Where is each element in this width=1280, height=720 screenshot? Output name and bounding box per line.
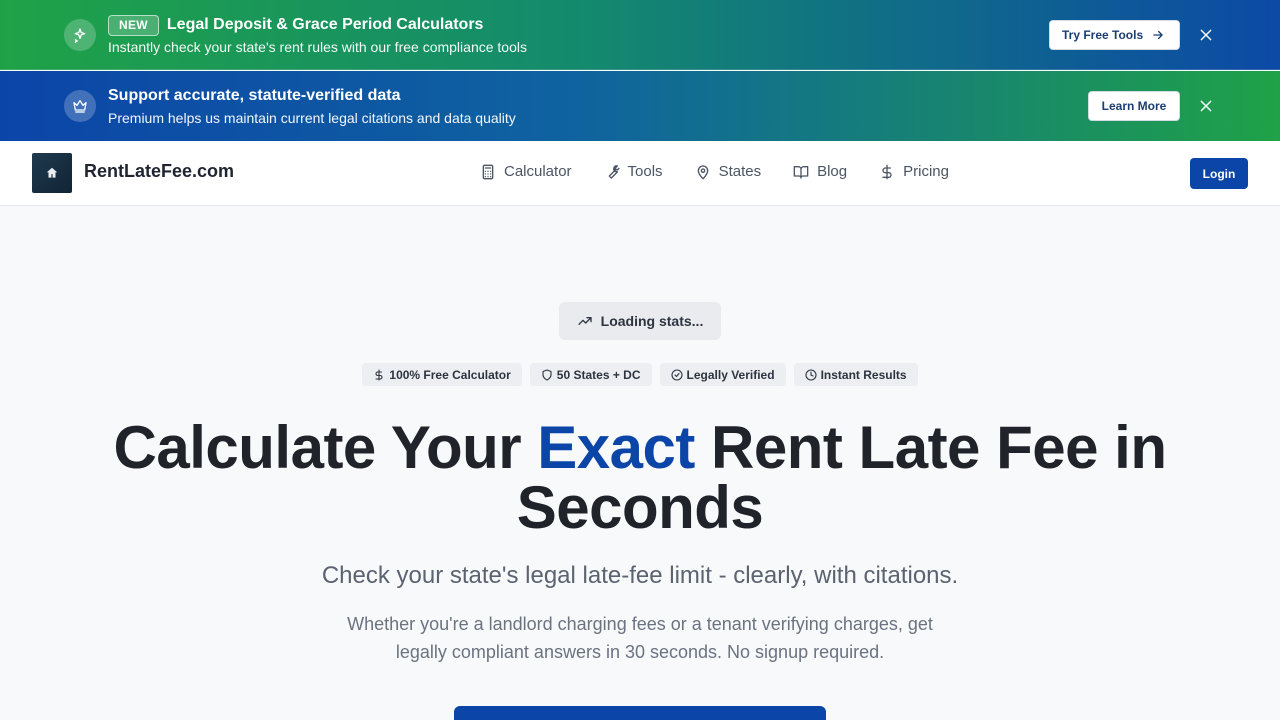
map-pin-icon xyxy=(697,164,708,180)
house-icon xyxy=(46,167,58,178)
sparkles-icon xyxy=(64,19,96,51)
hero-title-accent: Exact xyxy=(537,414,695,481)
close-promo-banner-icon[interactable] xyxy=(1196,25,1216,45)
learn-more-button[interactable]: Learn More xyxy=(1088,91,1180,121)
nav-item-label: Blog xyxy=(817,163,848,180)
feature-badge: Instant Results xyxy=(793,363,918,386)
nav-item-label: Pricing xyxy=(903,163,949,180)
navbar: RentLateFee.com Calculator Tools States … xyxy=(0,141,1280,206)
hero-subtitle: Check your state's legal late-fee limit … xyxy=(321,562,959,589)
trending-up-icon xyxy=(577,317,592,325)
promo-banner-title: Legal Deposit & Grace Period Calculators xyxy=(166,16,484,33)
support-banner-subtitle: Premium helps us maintain current legal … xyxy=(108,110,516,126)
hero-title: Calculate Your Exact Rent Late Fee in Se… xyxy=(0,418,1280,538)
check-circle-icon xyxy=(670,368,683,381)
nav-item-calculator[interactable]: Calculator xyxy=(480,163,572,180)
shield-icon xyxy=(542,368,552,381)
book-open-icon xyxy=(793,165,809,179)
nav-item-label: Tools xyxy=(627,163,663,180)
logo[interactable] xyxy=(32,153,72,193)
arrow-right-icon xyxy=(1153,30,1163,40)
dollar-sign-icon xyxy=(882,164,892,179)
stats-pill: Loading stats... xyxy=(559,302,721,340)
promo-banner-subtitle: Instantly check your state's rent rules … xyxy=(108,39,527,55)
nav-item-label: States xyxy=(718,163,762,180)
try-free-tools-button[interactable]: Try Free Tools xyxy=(1049,20,1180,50)
wrench-icon xyxy=(608,164,620,179)
hero-title-part1: Calculate Your xyxy=(113,414,538,481)
feature-label: Instant Results xyxy=(820,367,907,382)
feature-label: Legally Verified xyxy=(686,367,775,382)
crown-icon xyxy=(64,90,96,122)
feature-label: 100% Free Calculator xyxy=(389,367,511,382)
cta-button[interactable] xyxy=(454,706,826,720)
login-button[interactable]: Login xyxy=(1190,158,1248,189)
feature-badge: 100% Free Calculator xyxy=(362,363,522,386)
hero-description: Whether you're a landlord charging fees … xyxy=(347,614,933,662)
new-badge: NEW xyxy=(108,14,159,36)
support-banner-text: Support accurate, statute-verified data … xyxy=(108,85,516,126)
support-banner: Support accurate, statute-verified data … xyxy=(0,71,1280,141)
close-support-banner-icon[interactable] xyxy=(1196,96,1216,116)
nav-links: Calculator Tools States Blog Pricing xyxy=(480,163,949,180)
feature-badge: 50 States + DC xyxy=(529,363,652,386)
brand-name[interactable]: RentLateFee.com xyxy=(84,161,234,182)
feature-badges: 100% Free Calculator 50 States + DC Lega… xyxy=(0,363,1280,386)
calculator-icon xyxy=(482,164,494,179)
try-free-tools-label: Try Free Tools xyxy=(1062,28,1144,42)
promo-banner-text: NEW Legal Deposit & Grace Period Calcula… xyxy=(108,14,527,55)
feature-label: 50 States + DC xyxy=(556,367,641,382)
nav-item-pricing[interactable]: Pricing xyxy=(879,163,949,180)
nav-item-blog[interactable]: Blog xyxy=(793,163,847,180)
support-banner-title: Support accurate, statute-verified data xyxy=(108,87,401,104)
dollar-sign-icon xyxy=(375,368,383,381)
promo-banner: NEW Legal Deposit & Grace Period Calcula… xyxy=(0,0,1280,70)
feature-badge: Legally Verified xyxy=(659,363,786,386)
nav-item-states[interactable]: States xyxy=(695,163,762,180)
clock-icon xyxy=(805,368,817,381)
stats-label: Loading stats... xyxy=(600,313,704,329)
nav-item-label: Calculator xyxy=(504,163,572,180)
nav-item-tools[interactable]: Tools xyxy=(604,163,663,180)
